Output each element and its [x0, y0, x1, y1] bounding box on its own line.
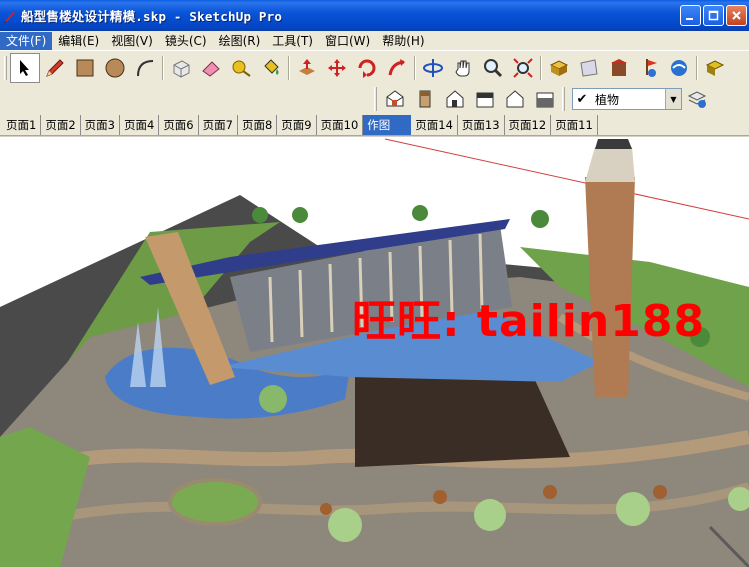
tab-scene-6[interactable]: 页面6: [159, 115, 199, 135]
minimize-icon[interactable]: [680, 5, 701, 26]
select-icon[interactable]: [10, 52, 40, 83]
sketchup-app-icon[interactable]: [2, 8, 18, 24]
menu-edit[interactable]: 编辑(E): [52, 32, 105, 50]
pan-icon[interactable]: [448, 53, 478, 83]
iso-view-icon[interactable]: [380, 84, 410, 114]
rectangle-icon[interactable]: [70, 53, 100, 83]
component-warehouse-icon[interactable]: [604, 53, 634, 83]
window-controls: [680, 5, 747, 26]
model-viewport[interactable]: 旺旺: tailin188: [0, 137, 749, 567]
tab-scene-4[interactable]: 页面4: [120, 115, 160, 135]
back-view-icon[interactable]: [500, 84, 530, 114]
share-model-icon[interactable]: [574, 53, 604, 83]
orbit-icon[interactable]: [418, 53, 448, 83]
right-view-icon[interactable]: [470, 84, 500, 114]
tab-scene-11[interactable]: 页面11: [551, 115, 598, 135]
tab-scene-7[interactable]: 页面7: [199, 115, 238, 135]
move-icon[interactable]: [322, 53, 352, 83]
follow-me-icon[interactable]: [382, 53, 412, 83]
toolbar-grip[interactable]: [4, 55, 7, 80]
top-view-icon[interactable]: [410, 84, 440, 114]
menu-camera[interactable]: 镜头(C): [159, 32, 213, 50]
current-layer: 植物: [595, 92, 620, 107]
close-icon[interactable]: [726, 5, 747, 26]
rotate-icon[interactable]: [352, 53, 382, 83]
clock-tower-roof: [595, 139, 632, 149]
menu-tools[interactable]: 工具(T): [266, 32, 319, 50]
add-location-icon[interactable]: [634, 53, 664, 83]
title-bar: 船型售楼处设计精模.skp - SketchUp Pro: [0, 0, 749, 31]
tab-scene-13[interactable]: 页面13: [458, 115, 505, 135]
push-pull-icon[interactable]: [292, 53, 322, 83]
eraser-icon[interactable]: [196, 53, 226, 83]
chevron-down-icon[interactable]: ▼: [665, 89, 681, 109]
model-render: [0, 138, 749, 567]
window-title: 船型售楼处设计精模.skp - SketchUp Pro: [21, 9, 283, 24]
menu-help[interactable]: 帮助(H): [376, 32, 430, 50]
red-axis-line: [384, 138, 749, 220]
left-view-icon[interactable]: [530, 84, 560, 114]
front-view-icon[interactable]: [440, 84, 470, 114]
main-toolbar: [0, 50, 749, 84]
tab-scene-8[interactable]: 页面8: [238, 115, 278, 135]
tab-scene-2[interactable]: 页面2: [41, 115, 81, 135]
make-component-icon[interactable]: [166, 53, 196, 83]
tab-scene-10[interactable]: 页面10: [317, 115, 364, 135]
toolbar-separator: [696, 55, 698, 80]
tab-scene-9[interactable]: 页面9: [277, 115, 317, 135]
secondary-toolbar: ✔ 植物 ▼: [0, 84, 749, 114]
zoom-icon[interactable]: [478, 53, 508, 83]
arc-icon[interactable]: [130, 53, 160, 83]
clock-tower-top: [585, 147, 635, 182]
scene-tabs: 页面1 页面2 页面3 页面4 页面6 页面7 页面8 页面9 页面10 作图 …: [0, 114, 749, 136]
checkmark-icon: ✔: [576, 91, 588, 107]
lawn: [168, 478, 262, 526]
tape-measure-icon[interactable]: [226, 53, 256, 83]
tab-scene-drawing[interactable]: 作图: [363, 115, 412, 135]
zoom-extents-icon[interactable]: [508, 53, 538, 83]
maximize-icon[interactable]: [703, 5, 724, 26]
toolbar-separator: [540, 55, 542, 80]
watermark-text: 旺旺: tailin188: [352, 296, 706, 347]
menu-draw[interactable]: 绘图(R): [213, 32, 267, 50]
layer-dropdown[interactable]: ✔ 植物 ▼: [572, 88, 682, 110]
tab-scene-12[interactable]: 页面12: [505, 115, 552, 135]
google-earth-icon[interactable]: [664, 53, 694, 83]
tab-scene-3[interactable]: 页面3: [81, 115, 120, 135]
toolbar-separator: [414, 55, 416, 80]
layer-manager-icon[interactable]: [682, 84, 712, 114]
circle-icon[interactable]: [100, 53, 130, 83]
toolbar-separator: [288, 55, 290, 80]
get-models-icon[interactable]: [544, 53, 574, 83]
toolbar-grip[interactable]: [374, 87, 377, 111]
tab-scene-14[interactable]: 页面14: [411, 115, 458, 135]
menu-view[interactable]: 视图(V): [105, 32, 159, 50]
menu-bar: 文件(F) 编辑(E) 视图(V) 镜头(C) 绘图(R) 工具(T) 窗口(W…: [0, 31, 749, 50]
preview-icon[interactable]: [700, 53, 730, 83]
menu-file[interactable]: 文件(F): [0, 31, 53, 50]
toolbar-grip[interactable]: [562, 87, 565, 111]
tab-scene-1[interactable]: 页面1: [2, 115, 42, 135]
menu-window[interactable]: 窗口(W): [319, 32, 376, 50]
paint-bucket-icon[interactable]: [256, 53, 286, 83]
toolbar-separator: [162, 55, 164, 80]
pencil-icon[interactable]: [40, 53, 70, 83]
